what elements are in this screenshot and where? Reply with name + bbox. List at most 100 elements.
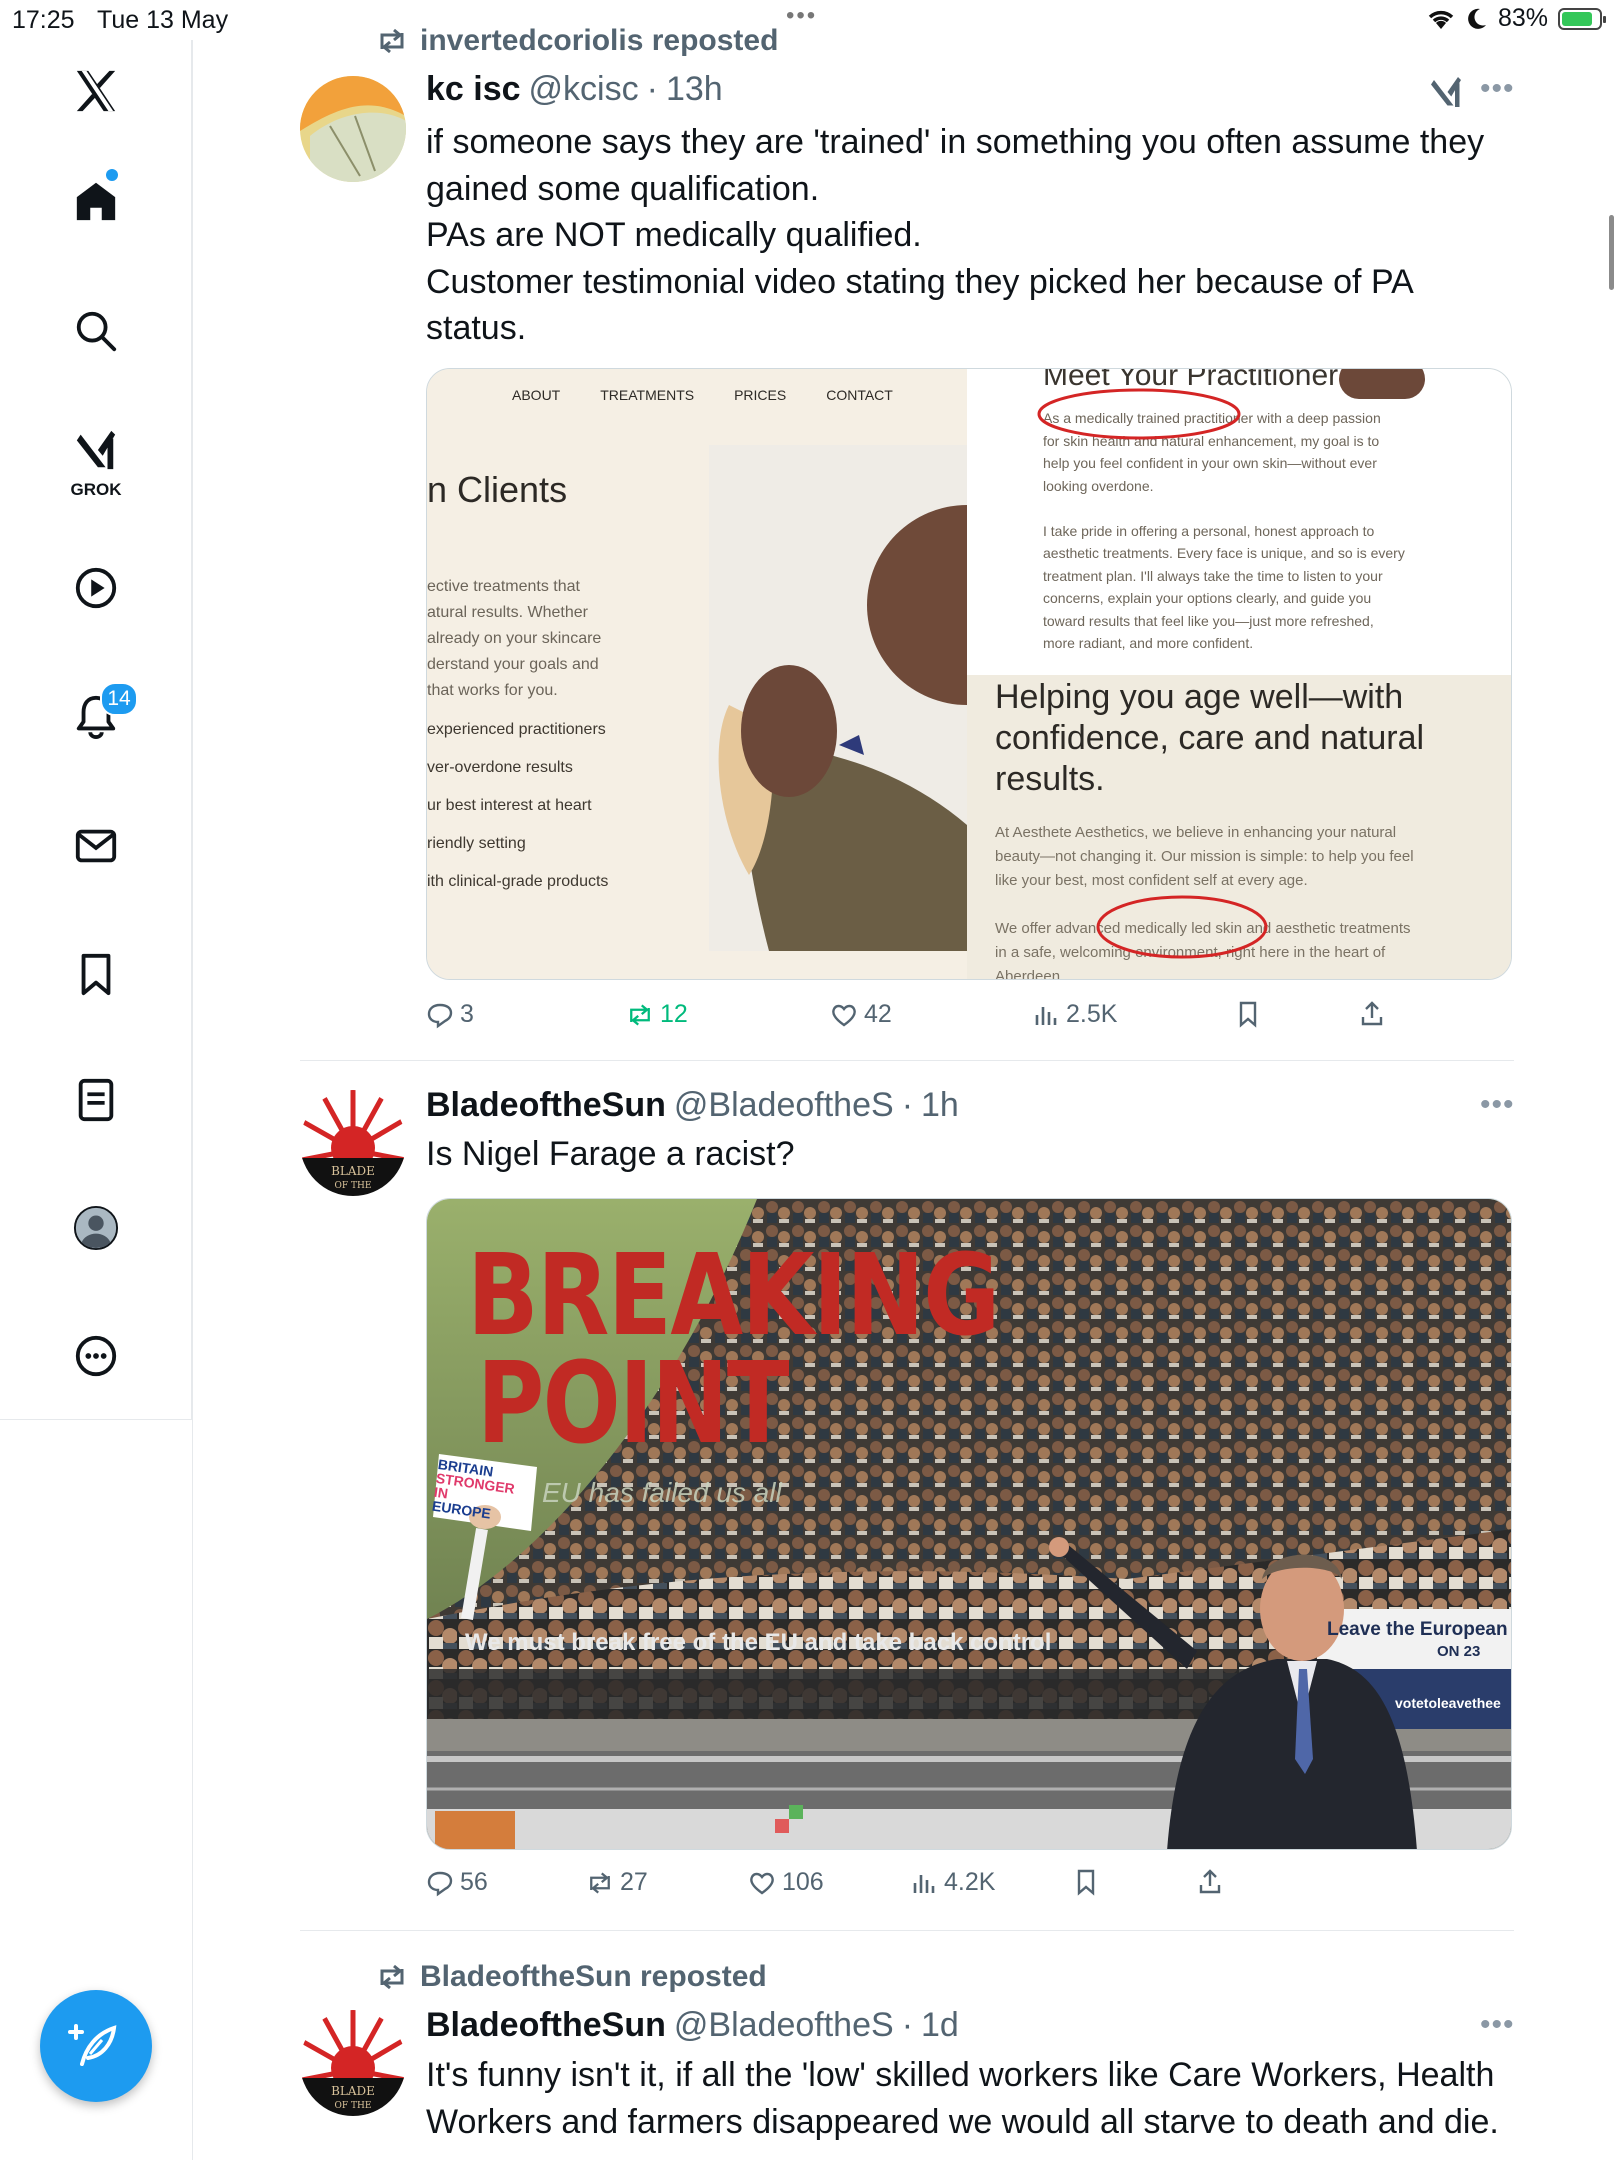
tweet-more-icon[interactable]: ••• (1480, 1088, 1515, 1122)
repost-icon (630, 1004, 650, 1025)
status-bar: 17:25 Tue 13 May ••• 83% (0, 0, 1620, 40)
tweet-more-icon[interactable]: ••• (1480, 72, 1515, 106)
reply-icon (427, 1871, 453, 1896)
heart-icon (750, 1872, 774, 1894)
sidebar-divider (192, 40, 193, 2160)
grok-icon (76, 430, 116, 470)
compose-feather-icon (68, 2024, 117, 2066)
bookmark-button[interactable] (1234, 1000, 1262, 1028)
tweet-header: BladeoftheSun @BladeoftheS · 1h (426, 1086, 959, 1125)
avatar[interactable]: BLADE OF THE (300, 2010, 406, 2116)
sidebar-item-home[interactable] (60, 165, 132, 237)
sidebar-item-messages[interactable] (60, 810, 132, 882)
share-button[interactable] (1196, 1868, 1224, 1896)
sidebar-item-video[interactable] (60, 552, 132, 624)
sidebar-item-explore[interactable] (60, 295, 132, 367)
poster-headline-2: POINT (477, 1339, 790, 1469)
tweet-media[interactable]: ABOUT TREATMENTS PRICES CONTACT n Client… (426, 368, 1512, 980)
bookmark-icon (81, 953, 111, 996)
status-indicators: 83% (1426, 4, 1606, 33)
home-icon (76, 182, 116, 221)
action-bar: 56 27 106 4.2K (426, 1868, 1426, 1908)
repost-button[interactable]: 12 (626, 1000, 688, 1029)
views-icon (1035, 1006, 1057, 1025)
compose-post-button[interactable] (40, 1990, 152, 2102)
moon-icon (1468, 8, 1486, 29)
tweet-text: Is Nigel Farage a racist? (426, 1135, 795, 1173)
more-circle-icon (75, 1335, 117, 1377)
grok-label: GROK (70, 480, 122, 499)
sidebar-item-grok[interactable]: GROK (60, 420, 132, 500)
svg-text:BLADE: BLADE (331, 1164, 375, 1178)
tweet-more-icon[interactable]: ••• (1480, 2008, 1515, 2042)
tweet-header: BladeoftheSun @BladeoftheS · 1d (426, 2006, 959, 2045)
notifications-badge: 14 (100, 682, 138, 716)
sidebar-item-more[interactable] (60, 1320, 132, 1392)
display-name[interactable]: BladeoftheSun (426, 1086, 666, 1125)
timestamp[interactable]: 13h (666, 70, 723, 109)
wifi-icon (1428, 10, 1454, 29)
repost-label: invertedcoriolis reposted (420, 24, 779, 57)
timestamp[interactable]: 1h (921, 1086, 959, 1125)
handle[interactable]: @kcisc (529, 70, 639, 109)
status-time: 17:25 (12, 6, 75, 34)
list-icon (78, 1078, 114, 1122)
sidebar-item-notifications[interactable]: 14 (60, 680, 138, 752)
poster-subtitle: EU has failed us all (542, 1477, 782, 1508)
grok-explain-icon[interactable] (1428, 74, 1464, 110)
avatar[interactable]: BLADE OF THE (300, 1090, 406, 1196)
scrollbar[interactable] (1609, 215, 1614, 290)
repost-button[interactable]: 27 (586, 1868, 648, 1897)
envelope-icon (75, 829, 117, 863)
x-logo-icon[interactable] (60, 55, 132, 127)
tweet-media[interactable]: BREAKING POINT EU has failed us all BRIT… (426, 1198, 1512, 1850)
avatar-icon (73, 1205, 119, 1251)
battery-percent: 83% (1497, 4, 1548, 32)
tweet-divider (300, 1060, 1514, 1061)
share-button[interactable] (1358, 1000, 1386, 1028)
repost-indicator[interactable]: invertedcoriolis reposted (376, 24, 778, 58)
sidebar-item-bookmarks[interactable] (60, 938, 132, 1010)
bookmark-icon (1239, 1001, 1257, 1028)
search-icon (76, 311, 117, 352)
like-button[interactable]: 42 (830, 1000, 892, 1029)
timestamp[interactable]: 1d (921, 2006, 959, 2045)
home-unread-dot (106, 169, 118, 181)
status-date: Tue 13 May (97, 6, 229, 34)
repost-icon (380, 28, 404, 54)
multitasking-dots-icon[interactable]: ••• (786, 2, 817, 30)
repost-indicator[interactable]: BladeoftheSun reposted (376, 1960, 767, 1994)
heart-icon (832, 1004, 856, 1026)
play-icon (75, 567, 117, 609)
tweet-header: kc isc @kcisc · 13h (426, 70, 723, 109)
handle[interactable]: @BladeoftheS (674, 2006, 894, 2045)
sidebar-item-lists[interactable] (60, 1064, 132, 1136)
poster-caption: We must break free of the EU and take ba… (465, 1629, 1052, 1656)
share-icon (1361, 1001, 1383, 1026)
repost-icon (380, 1964, 404, 1990)
reply-icon (427, 1003, 453, 1028)
reply-button[interactable]: 3 (426, 1000, 474, 1029)
svg-text:OF THE: OF THE (335, 1181, 372, 1191)
red-annotation-circles (1037, 388, 1268, 959)
tweet-divider (300, 1930, 1514, 1931)
avatar[interactable] (300, 76, 406, 182)
tweet-text: It's funny isn't it, if all the 'low' sk… (426, 2056, 1499, 2141)
bookmark-button[interactable] (1072, 1868, 1100, 1896)
action-bar: 3 12 42 2.5K (426, 1000, 1426, 1040)
repost-label: BladeoftheSun reposted (420, 1960, 767, 1993)
display-name[interactable]: BladeoftheSun (426, 2006, 666, 2045)
sign-line-2: ON 23 (1437, 1643, 1481, 1660)
reply-button[interactable]: 56 (426, 1868, 488, 1897)
bookmark-icon (1077, 1869, 1095, 1896)
tweet-text: if someone says they are 'trained' in so… (426, 123, 1485, 347)
sidebar-item-profile[interactable] (60, 1192, 132, 1264)
like-button[interactable]: 106 (748, 1868, 824, 1897)
views-button[interactable]: 2.5K (1032, 1000, 1117, 1029)
display-name[interactable]: kc isc (426, 70, 521, 109)
views-button[interactable]: 4.2K (910, 1868, 995, 1897)
svg-text:OF THE: OF THE (335, 2101, 372, 2111)
sign-line-1: Leave the European (1327, 1619, 1508, 1640)
handle[interactable]: @BladeoftheS (674, 1086, 894, 1125)
views-icon (913, 1874, 935, 1893)
